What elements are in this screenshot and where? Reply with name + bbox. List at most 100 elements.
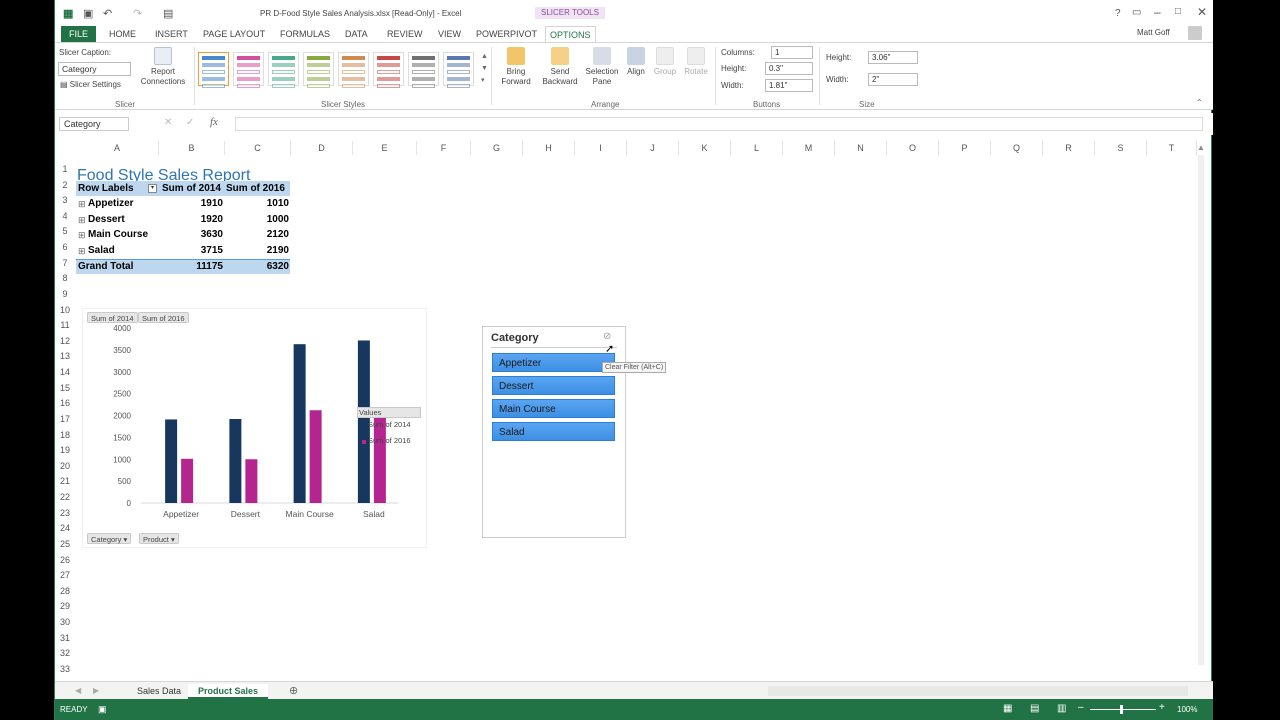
help-icon[interactable]: ? (1115, 8, 1121, 19)
row-header[interactable]: 1 (55, 164, 75, 180)
grand-total-2016[interactable]: 6320 (225, 259, 289, 274)
row-header[interactable]: 2 (55, 180, 75, 196)
bring-forward-button[interactable]: Bring Forward (498, 47, 534, 87)
pivot-header-2016[interactable]: Sum of 2016 (226, 181, 285, 196)
bar-2016-main-course[interactable] (309, 410, 322, 503)
row-header[interactable]: 23 (55, 508, 75, 524)
row-header[interactable]: 25 (55, 539, 75, 555)
tab-view[interactable]: VIEW (434, 26, 465, 42)
pivot-cell-2014[interactable]: 3715 (159, 243, 223, 258)
row-header[interactable]: 3 (55, 195, 75, 211)
slicer-item[interactable]: Appetizer (492, 353, 615, 372)
selection-pane-button[interactable]: Selection Pane (583, 47, 621, 87)
row-header[interactable]: 10 (55, 305, 75, 321)
row-labels-filter-icon[interactable]: ▾ (148, 184, 157, 193)
column-header[interactable]: T (1147, 141, 1197, 155)
row-header[interactable]: 20 (55, 461, 75, 477)
axis-field-button-category[interactable]: Category ▾ (87, 533, 132, 544)
expand-icon[interactable]: ⊞ (78, 230, 86, 241)
ribbon-display-icon[interactable]: ▭ (1132, 7, 1141, 18)
pivot-header-2014[interactable]: Sum of 2014 (162, 181, 221, 196)
row-header[interactable]: 24 (55, 523, 75, 539)
collapse-ribbon-icon[interactable]: ⌃ (1196, 98, 1203, 107)
pivot-cell-2016[interactable]: 1010 (225, 196, 289, 211)
slicer-item[interactable]: Salad (492, 422, 615, 441)
row-header[interactable]: 4 (55, 211, 75, 227)
grand-total-label[interactable]: Grand Total (78, 259, 133, 274)
slicer-item[interactable]: Dessert (492, 376, 615, 395)
tab-powerpivot[interactable]: POWERPIVOT (472, 26, 541, 42)
column-header[interactable]: H (523, 141, 575, 155)
row-header[interactable]: 26 (55, 555, 75, 571)
column-header[interactable]: P (939, 141, 991, 155)
column-header[interactable]: O (887, 141, 939, 155)
row-header[interactable]: 31 (55, 633, 75, 649)
row-header[interactable]: 7 (55, 258, 75, 274)
bar-2014-main-course[interactable] (293, 344, 306, 503)
zoom-slider[interactable] (1090, 709, 1156, 710)
row-header[interactable]: 5 (55, 226, 75, 242)
row-header[interactable]: 19 (55, 445, 75, 461)
quick-access-icon[interactable]: ▤ (163, 7, 173, 20)
slicer-style-swatch[interactable] (268, 52, 299, 88)
slicer-style-swatch[interactable] (303, 52, 334, 88)
tab-file[interactable]: FILE (61, 26, 97, 42)
bar-2014-dessert[interactable] (229, 419, 242, 503)
rotate-button[interactable]: Rotate (681, 47, 711, 77)
row-header[interactable]: 27 (55, 570, 75, 586)
pivot-chart[interactable]: Sum of 2014 Sum of 2016 0 500 1000 1500 2000… (82, 308, 427, 548)
column-header[interactable]: M (783, 141, 835, 155)
row-header[interactable]: 8 (55, 273, 75, 289)
row-header[interactable]: 11 (55, 320, 75, 336)
bar-2016-dessert[interactable] (245, 459, 258, 503)
row-header[interactable]: 29 (55, 601, 75, 617)
gallery-more-icon[interactable]: ▾ (481, 76, 485, 84)
slicer-style-swatch[interactable] (373, 52, 404, 88)
slicer-style-swatch[interactable] (408, 52, 439, 88)
minimize-icon[interactable]: – (1154, 5, 1161, 19)
clear-filter-icon[interactable]: ⊘ (603, 331, 611, 342)
macro-record-icon[interactable]: ▣ (98, 704, 107, 715)
row-header[interactable]: 14 (55, 367, 75, 383)
zoom-level[interactable]: 100% (1177, 705, 1197, 714)
row-header[interactable]: 21 (55, 476, 75, 492)
pivot-cell-2016[interactable]: 2190 (225, 243, 289, 258)
name-box[interactable]: Category (59, 117, 129, 131)
slicer-item[interactable]: Main Course (492, 399, 615, 418)
button-width-input[interactable]: 1.81" (765, 79, 813, 92)
column-header[interactable]: D (291, 141, 353, 155)
enter-icon[interactable]: ✓ (186, 117, 194, 128)
row-header[interactable]: 28 (55, 586, 75, 602)
column-header[interactable]: L (731, 141, 783, 155)
pivot-header-row-labels[interactable]: Row Labels (78, 181, 134, 196)
page-layout-view-icon[interactable]: ▤ (1030, 703, 1039, 714)
column-header[interactable]: F (417, 141, 471, 155)
row-header[interactable]: 30 (55, 617, 75, 633)
maximize-icon[interactable]: □ (1175, 6, 1181, 17)
column-header[interactable]: C (225, 141, 291, 155)
legend-entry-2014[interactable]: Sum of 2014 (368, 420, 411, 429)
row-header[interactable]: 13 (55, 351, 75, 367)
slicer-style-swatch[interactable] (198, 52, 229, 88)
slicer-height-input[interactable]: 3.06" (868, 51, 918, 64)
slicer-style-swatch[interactable] (443, 52, 474, 88)
pivot-cell-2014[interactable]: 1910 (159, 196, 223, 211)
row-header[interactable]: 17 (55, 414, 75, 430)
send-backward-button[interactable]: Send Backward (539, 47, 581, 87)
pivot-row-label[interactable]: Salad (88, 243, 115, 258)
row-header[interactable]: 22 (55, 492, 75, 508)
tab-data[interactable]: DATA (341, 26, 372, 42)
sheet-tab-product-sales[interactable]: Product Sales (188, 684, 269, 699)
bar-2016-appetizer[interactable] (181, 458, 194, 503)
align-button[interactable]: Align (623, 47, 649, 77)
axis-field-button-product[interactable]: Product ▾ (139, 533, 179, 544)
tab-options[interactable]: OPTIONS (545, 26, 596, 42)
close-icon[interactable]: ✕ (1197, 5, 1207, 19)
tab-home[interactable]: HOME (105, 26, 140, 42)
user-name[interactable]: Matt Goff (1137, 28, 1170, 37)
avatar[interactable] (1188, 26, 1202, 40)
pivot-row-label[interactable]: Dessert (88, 212, 125, 227)
tab-formulas[interactable]: FORMULAS (276, 26, 334, 42)
grand-total-2014[interactable]: 11175 (159, 259, 223, 274)
page-break-view-icon[interactable]: ▥ (1057, 703, 1066, 714)
